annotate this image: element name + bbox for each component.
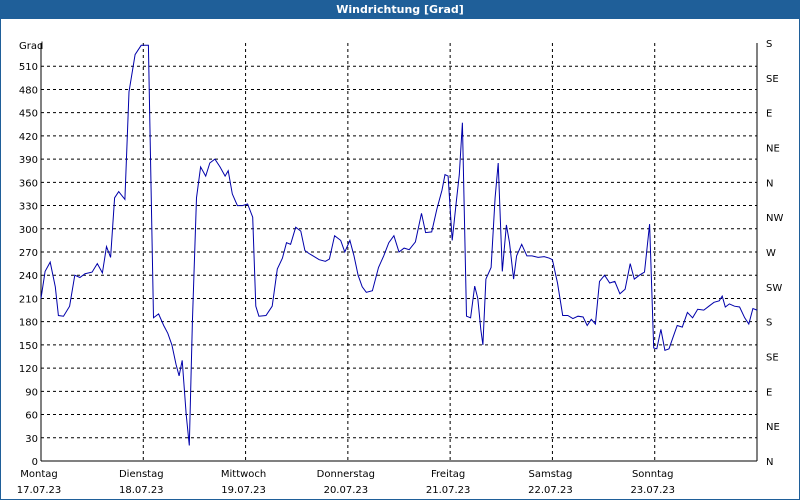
right-tick-label: SE: [766, 74, 779, 85]
right-tick-label: E: [766, 109, 772, 120]
y-tick-label: 480: [19, 85, 38, 96]
chart-window: Windrichtung [Grad] 0 30 60 90 120 150 180 210 2…: [0, 0, 800, 500]
x-tick-date: 23.07.23: [630, 485, 675, 496]
y-tick-label: 510: [19, 62, 38, 73]
x-tick-day: Sonntag: [632, 469, 674, 480]
line-chart: 0 30 60 90 120 150 180 210 240 270 300 330 360 390 420…: [17, 39, 784, 496]
right-tick-label: NW: [766, 213, 783, 224]
y-tick-label: 300: [19, 225, 38, 236]
x-tick-day: Donnerstag: [317, 469, 375, 480]
x-tick-date: 17.07.23: [17, 485, 62, 496]
x-tick-day: Mittwoch: [221, 469, 266, 480]
right-tick-label: SW: [766, 283, 782, 294]
right-tick-label: S: [766, 318, 772, 329]
x-tick-date: 20.07.23: [324, 485, 369, 496]
x-tick-date: 19.07.23: [221, 485, 266, 496]
y-tick-label: 30: [25, 434, 38, 445]
y-tick-label: 210: [19, 294, 38, 305]
right-tick-label: S: [766, 39, 772, 50]
y-tick-label: 270: [19, 248, 38, 259]
y-tick-label: 150: [19, 341, 38, 352]
right-tick-label: E: [766, 387, 772, 398]
y-tick-label: 90: [25, 387, 38, 398]
right-tick-label: N: [766, 457, 773, 468]
x-tick-date: 21.07.23: [426, 485, 471, 496]
x-tick-day: Samstag: [529, 469, 573, 480]
y-tick-label: 60: [25, 411, 38, 422]
x-tick-day: Freitag: [431, 469, 465, 480]
y-tick-label: 420: [19, 132, 38, 143]
y-tick-label: 390: [19, 155, 38, 166]
y-axis-label: Grad: [19, 41, 43, 52]
y-tick-label: 360: [19, 178, 38, 189]
right-tick-label: NE: [766, 144, 780, 155]
right-tick-label: NE: [766, 422, 780, 433]
right-tick-label: SE: [766, 353, 779, 364]
y-tick-label: 0: [32, 457, 38, 468]
y-tick-label: 450: [19, 109, 38, 120]
y-tick-label: 180: [19, 318, 38, 329]
x-tick-date: 18.07.23: [119, 485, 164, 496]
x-tick-day: Dienstag: [119, 469, 164, 480]
right-tick-label: N: [766, 178, 773, 189]
right-tick-label: W: [766, 248, 776, 259]
series-line: [40, 44, 758, 446]
y-tick-label: 120: [19, 364, 38, 375]
y-tick-label: 330: [19, 202, 38, 213]
x-tick-date: 22.07.23: [528, 485, 573, 496]
y-tick-label: 240: [19, 271, 38, 282]
x-tick-day: Montag: [20, 469, 57, 480]
